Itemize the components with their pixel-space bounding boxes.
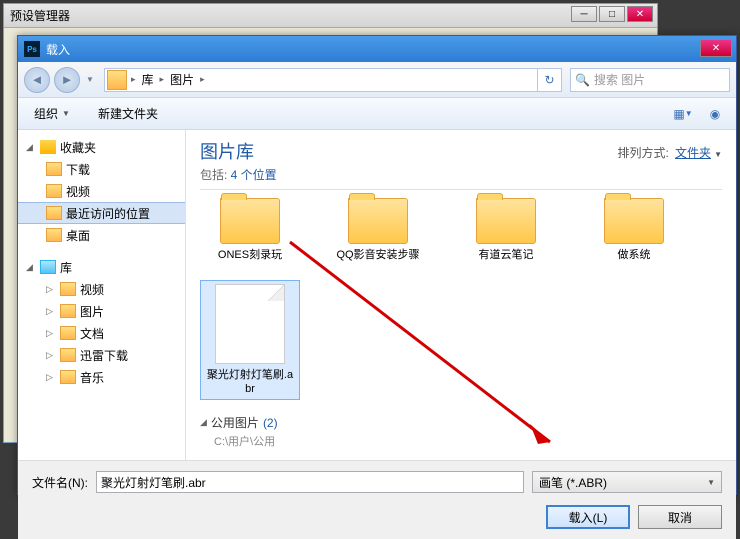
folder-icon: [476, 198, 536, 244]
search-placeholder: 搜索 图片: [594, 71, 645, 88]
refresh-button[interactable]: ↻: [537, 69, 561, 91]
folder-icon: [60, 282, 76, 296]
expand-icon[interactable]: ▷: [46, 372, 56, 383]
folder-icon: [60, 326, 76, 340]
sidebar-item-videos[interactable]: 视频: [18, 180, 185, 202]
filename-label: 文件名(N):: [32, 474, 88, 491]
parent-title-text: 预设管理器: [10, 7, 70, 24]
folder-icon: [60, 304, 76, 318]
section-public-pictures[interactable]: ◢ 公用图片 (2): [200, 414, 722, 431]
sidebar-item-desktop[interactable]: 桌面: [18, 224, 185, 246]
forward-button[interactable]: ►: [54, 67, 80, 93]
sidebar-item-downloads[interactable]: 下载: [18, 158, 185, 180]
library-icon: [107, 70, 127, 90]
open-file-dialog: Ps 载入 ✕ ◄ ► ▼ ▸ 库 ▸ 图片 ▸ ↻ 🔍 搜索 图片 组织▼ 新…: [17, 35, 737, 495]
expand-icon[interactable]: ▷: [46, 328, 56, 339]
history-dropdown[interactable]: ▼: [84, 67, 96, 93]
dialog-close-button[interactable]: ✕: [700, 39, 732, 57]
navigation-bar: ◄ ► ▼ ▸ 库 ▸ 图片 ▸ ↻ 🔍 搜索 图片: [18, 62, 736, 98]
chevron-down-icon: ▼: [62, 109, 70, 118]
section-path: C:\用户\公用: [214, 433, 722, 449]
dialog-title-text: 载入: [46, 41, 70, 58]
file-icon: [215, 284, 285, 364]
view-button[interactable]: ▦ ▼: [670, 103, 696, 125]
sidebar-favorites[interactable]: ◢ 收藏夹: [18, 136, 185, 158]
chevron-right-icon: ▸: [129, 74, 138, 85]
photoshop-icon: Ps: [24, 41, 40, 57]
folder-item[interactable]: QQ影音安装步骤: [328, 198, 428, 262]
file-list[interactable]: 图片库 包括: 4 个位置 排列方式: 文件夹 ▼ ONES刻录玩 QQ影音安装…: [186, 130, 736, 460]
new-folder-button[interactable]: 新建文件夹: [90, 101, 166, 126]
folder-icon: [60, 348, 76, 362]
folder-icon: [46, 228, 62, 242]
locations-link[interactable]: 4 个位置: [231, 168, 277, 182]
expand-icon[interactable]: ▷: [46, 284, 56, 295]
toolbar: 组织▼ 新建文件夹 ▦ ▼ ◉: [18, 98, 736, 130]
collapse-icon[interactable]: ◢: [200, 417, 207, 428]
sort-control[interactable]: 排列方式: 文件夹 ▼: [618, 144, 722, 161]
cancel-button[interactable]: 取消: [638, 505, 722, 529]
folder-icon: [604, 198, 664, 244]
open-button[interactable]: 载入(L): [546, 505, 630, 529]
parent-close-button[interactable]: ✕: [627, 6, 653, 22]
folder-item[interactable]: 有道云笔记: [456, 198, 556, 262]
parent-maximize-button[interactable]: □: [599, 6, 625, 22]
parent-titlebar[interactable]: 预设管理器 ─ □ ✕: [4, 4, 657, 28]
collapse-icon[interactable]: ◢: [26, 142, 36, 153]
collapse-icon[interactable]: ◢: [26, 262, 36, 273]
search-input[interactable]: 🔍 搜索 图片: [570, 68, 730, 92]
filename-input[interactable]: [96, 471, 524, 493]
folder-icon: [46, 162, 62, 176]
breadcrumb-bar[interactable]: ▸ 库 ▸ 图片 ▸ ↻: [104, 68, 562, 92]
sidebar-item-recent[interactable]: 最近访问的位置: [18, 202, 185, 224]
dialog-footer: 文件名(N): 画笔 (*.ABR) 载入(L) 取消: [18, 460, 736, 539]
folder-icon: [220, 198, 280, 244]
dialog-titlebar[interactable]: Ps 载入 ✕: [18, 36, 736, 62]
expand-icon[interactable]: ▷: [46, 350, 56, 361]
folder-item[interactable]: 做系统: [584, 198, 684, 262]
chevron-down-icon: ▼: [714, 150, 722, 159]
sidebar-lib-music[interactable]: ▷音乐: [18, 366, 185, 388]
library-title: 图片库: [200, 138, 277, 164]
parent-minimize-button[interactable]: ─: [571, 6, 597, 22]
folder-icon: [46, 206, 62, 220]
help-button[interactable]: ◉: [702, 103, 728, 125]
expand-icon[interactable]: ▷: [46, 306, 56, 317]
library-icon: [40, 260, 56, 274]
sidebar-lib-pictures[interactable]: ▷图片: [18, 300, 185, 322]
folder-icon: [46, 184, 62, 198]
organize-button[interactable]: 组织▼: [26, 101, 78, 126]
folder-icon: [348, 198, 408, 244]
chevron-right-icon: ▸: [158, 74, 167, 85]
breadcrumb-pictures[interactable]: 图片: [166, 69, 198, 91]
sidebar-lib-thunder[interactable]: ▷迅雷下载: [18, 344, 185, 366]
folder-icon: [60, 370, 76, 384]
file-item-selected[interactable]: 聚光灯射灯笔刷.abr: [200, 280, 300, 400]
star-icon: [40, 140, 56, 154]
library-subtitle: 包括: 4 个位置: [200, 166, 277, 183]
search-icon: 🔍: [575, 73, 590, 87]
sidebar-lib-videos[interactable]: ▷视频: [18, 278, 185, 300]
back-button[interactable]: ◄: [24, 67, 50, 93]
sidebar: ◢ 收藏夹 下载 视频 最近访问的位置 桌面 ◢ 库 ▷视频 ▷图片 ▷文档 ▷…: [18, 130, 186, 460]
chevron-right-icon: ▸: [198, 74, 207, 85]
filetype-combo[interactable]: 画笔 (*.ABR): [532, 471, 722, 493]
breadcrumb-library[interactable]: 库: [138, 69, 158, 91]
sidebar-libraries[interactable]: ◢ 库: [18, 256, 185, 278]
folder-item[interactable]: ONES刻录玩: [200, 198, 300, 262]
sidebar-lib-documents[interactable]: ▷文档: [18, 322, 185, 344]
